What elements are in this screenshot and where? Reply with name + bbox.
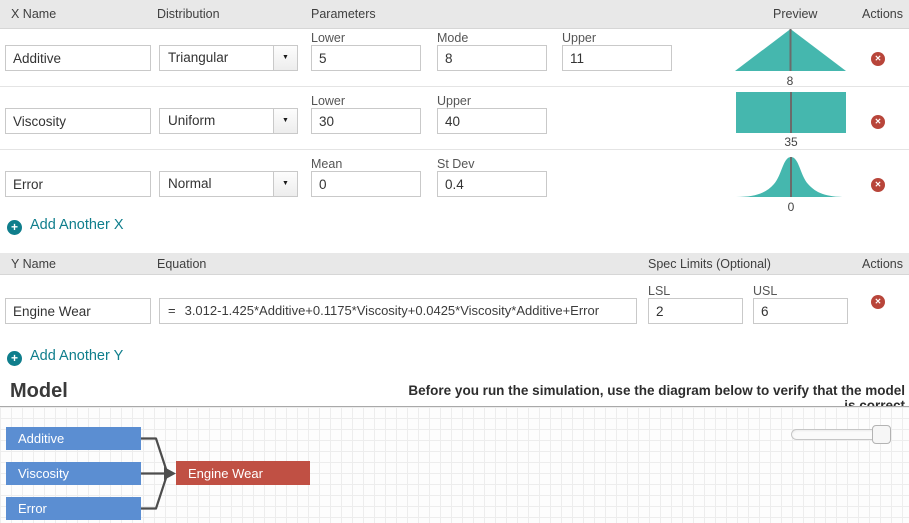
zoom-slider-thumb[interactable] [872,425,891,444]
usl-input[interactable] [753,298,848,324]
distribution-select[interactable]: Normal ▼ [159,171,298,197]
x-table-header: X Name Distribution Parameters Preview A… [0,0,909,29]
x-name-input[interactable] [5,108,151,134]
distribution-selected-value: Uniform [168,109,215,133]
chevron-down-icon: ▼ [282,109,289,133]
simulation-setup-page: X Name Distribution Parameters Preview A… [0,0,909,523]
preview-normal-distribution [736,155,846,198]
lsl-input[interactable] [648,298,743,324]
lsl-label: LSL [648,284,670,298]
arrowhead-icon [164,467,176,480]
diagram-node-engine-wear[interactable]: Engine Wear [176,461,310,485]
param-label: Upper [437,94,471,108]
y-name-header: Y Name [11,257,56,271]
param-label: Upper [562,31,596,45]
preview-value-label: 0 [736,200,846,214]
row-divider [0,86,909,87]
param-label: St Dev [437,157,475,171]
param-label: Lower [311,94,345,108]
chevron-down-icon: ▼ [282,172,289,196]
row-divider [0,149,909,150]
add-another-x-link[interactable]: + Add Another X [7,216,124,235]
delete-x-row-button[interactable]: ✕ [871,178,885,192]
distribution-select[interactable]: Uniform ▼ [159,108,298,134]
param-input-upper[interactable] [437,108,547,134]
distribution-selected-value: Triangular [168,46,228,70]
delete-x-row-button[interactable]: ✕ [871,115,885,129]
y-table-header: Y Name Equation Spec Limits (Optional) A… [0,253,909,275]
param-label: Lower [311,31,345,45]
actions-header: Actions [862,7,903,21]
preview-header: Preview [773,7,817,21]
add-another-y-link[interactable]: + Add Another Y [7,347,123,366]
param-label: Mode [437,31,468,45]
param-input-upper[interactable] [562,45,672,71]
param-input-mean[interactable] [311,171,421,197]
x-name-input[interactable] [5,171,151,197]
dropdown-button[interactable]: ▼ [273,109,297,133]
parameters-header: Parameters [311,7,376,21]
delete-y-row-button[interactable]: ✕ [871,295,885,309]
param-input-lower[interactable] [311,108,421,134]
x-name-input[interactable] [5,45,151,71]
equals-sign: = [168,303,176,318]
preview-triangular-distribution [735,29,846,72]
spec-limits-header: Spec Limits (Optional) [648,257,771,271]
param-input-lower[interactable] [311,45,421,71]
preview-value-label: 35 [736,135,846,149]
x-name-header: X Name [11,7,56,21]
plus-icon: + [7,351,22,366]
chevron-down-icon: ▼ [282,46,289,70]
equation-text: 3.012-1.425*Additive+0.1175*Viscosity+0.… [185,303,599,318]
add-another-y-label: Add Another Y [30,348,123,364]
param-input-mode[interactable] [437,45,547,71]
dropdown-button[interactable]: ▼ [273,172,297,196]
usl-label: USL [753,284,777,298]
distribution-selected-value: Normal [168,172,212,196]
model-diagram-canvas[interactable]: Additive Viscosity Error Engine Wear [0,406,909,523]
model-section-title: Model [10,380,68,403]
dropdown-button[interactable]: ▼ [273,46,297,70]
param-label: Mean [311,157,342,171]
distribution-header: Distribution [157,7,220,21]
preview-uniform-distribution [736,92,846,133]
actions-header: Actions [862,257,903,271]
param-input-stdev[interactable] [437,171,547,197]
diagram-node-additive[interactable]: Additive [6,427,141,450]
y-name-input[interactable] [5,298,151,324]
add-another-x-label: Add Another X [30,217,124,233]
diagram-node-viscosity[interactable]: Viscosity [6,462,141,485]
delete-x-row-button[interactable]: ✕ [871,52,885,66]
equation-input[interactable]: = 3.012-1.425*Additive+0.1175*Viscosity+0… [159,298,637,324]
diagram-node-error[interactable]: Error [6,497,141,520]
equation-header: Equation [157,257,206,271]
distribution-select[interactable]: Triangular ▼ [159,45,298,71]
plus-icon: + [7,220,22,235]
